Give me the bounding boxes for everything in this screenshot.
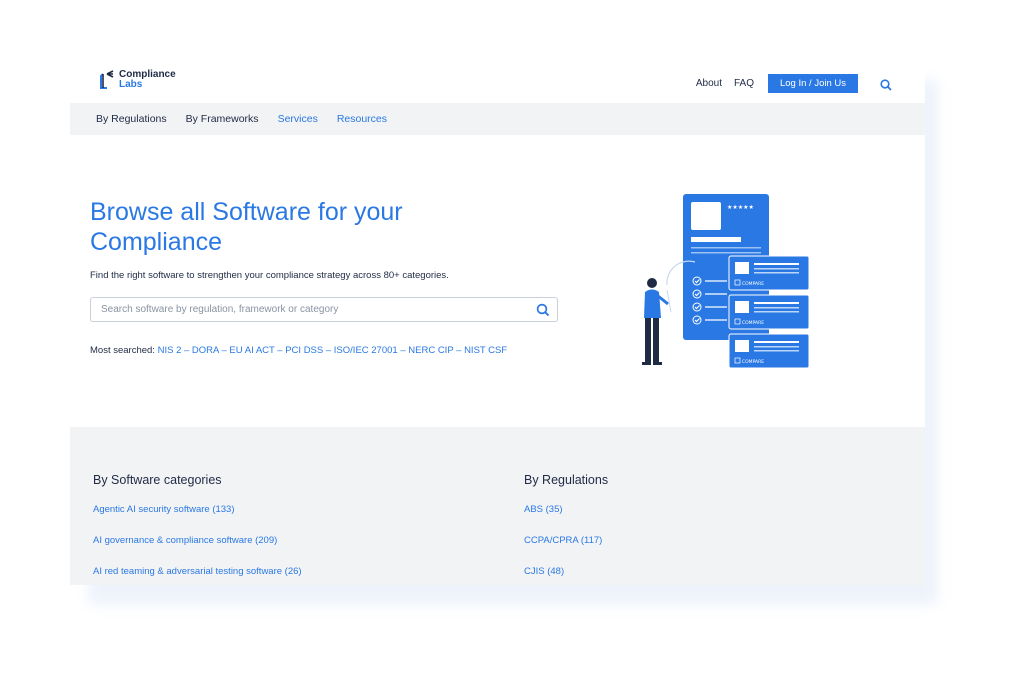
header: Compliance Labs About FAQ Log In / Join … xyxy=(70,60,925,103)
hero-search-input[interactable] xyxy=(91,304,535,315)
most-searched-link-nis2[interactable]: NIS 2 xyxy=(158,345,182,356)
categories-heading: By Software categories xyxy=(93,473,222,487)
regulations-heading: By Regulations xyxy=(524,473,609,487)
browse-section: By Software categories Agentic AI securi… xyxy=(70,427,925,585)
sub-navigation: By Regulations By Frameworks Services Re… xyxy=(70,103,925,135)
hero-search-icon[interactable] xyxy=(535,302,551,318)
most-searched: Most searched: NIS 2 – DORA – EU AI ACT … xyxy=(90,345,508,356)
subnav-by-frameworks[interactable]: By Frameworks xyxy=(186,113,259,125)
categories-column: By Software categories Agentic AI securi… xyxy=(93,473,302,585)
most-searched-link-nerc-cip[interactable]: NERC CIP xyxy=(408,345,453,356)
regulation-link[interactable]: CCPA/CPRA (117) xyxy=(524,535,608,546)
logo-text: Compliance Labs xyxy=(119,70,176,90)
compare-label-2: COMPARE xyxy=(742,320,764,326)
subnav-services[interactable]: Services xyxy=(278,113,318,125)
compare-label-3: COMPARE xyxy=(742,359,764,365)
search-icon[interactable] xyxy=(880,78,892,91)
logo-line2: Labs xyxy=(119,79,143,90)
about-link[interactable]: About xyxy=(696,78,722,89)
logo[interactable]: Compliance Labs xyxy=(98,68,176,92)
most-searched-link-eu-ai-act[interactable]: EU AI ACT xyxy=(229,345,274,356)
regulation-link[interactable]: ABS (35) xyxy=(524,504,608,515)
hero-subtitle: Find the right software to strengthen yo… xyxy=(90,270,449,281)
login-button[interactable]: Log In / Join Us xyxy=(768,74,858,93)
regulation-link[interactable]: CJIS (48) xyxy=(524,566,608,577)
top-nav: About FAQ Log In / Join Us xyxy=(696,74,892,93)
hero-search-box xyxy=(90,297,558,322)
category-link[interactable]: AI governance & compliance software (209… xyxy=(93,535,302,546)
hero-illustration: ★★★★★ COMPARE COMPARE COMPARE xyxy=(635,190,815,370)
compare-label-1: COMPARE xyxy=(742,281,764,287)
most-searched-link-nist-csf[interactable]: NIST CSF xyxy=(464,345,507,356)
illustration-stars: ★★★★★ xyxy=(727,204,754,211)
most-searched-link-pci-dss[interactable]: PCI DSS xyxy=(285,345,323,356)
category-link[interactable]: Agentic AI security software (133) xyxy=(93,504,302,515)
faq-link[interactable]: FAQ xyxy=(734,78,754,89)
page-frame: Compliance Labs About FAQ Log In / Join … xyxy=(70,60,925,585)
category-link[interactable]: AI red teaming & adversarial testing sof… xyxy=(93,566,302,577)
most-searched-link-dora[interactable]: DORA xyxy=(192,345,219,356)
hero-title: Browse all Software for your Compliance xyxy=(90,198,403,256)
regulations-column: By Regulations ABS (35) CCPA/CPRA (117) … xyxy=(524,473,608,585)
most-searched-link-iso27001[interactable]: ISO/IEC 27001 xyxy=(334,345,398,356)
most-searched-label: Most searched: xyxy=(90,345,155,356)
subnav-resources[interactable]: Resources xyxy=(337,113,387,125)
subnav-by-regulations[interactable]: By Regulations xyxy=(96,113,167,125)
logo-icon xyxy=(98,68,116,92)
